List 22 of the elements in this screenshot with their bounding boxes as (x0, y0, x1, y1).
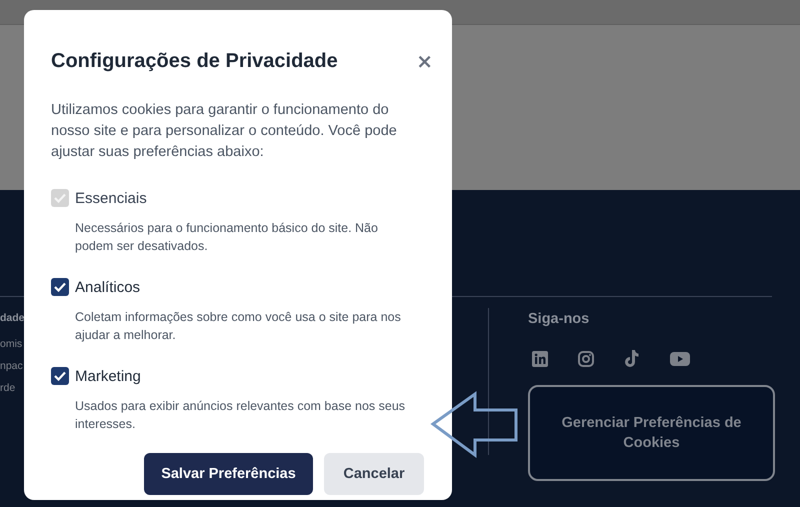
footer-link[interactable]: omis (0, 338, 22, 350)
tiktok-icon[interactable] (624, 350, 640, 368)
footer-link[interactable]: rde (0, 382, 16, 394)
option-description: Usados para exibir anúncios relevantes com base nos seus interesses. (75, 398, 406, 433)
close-button[interactable]: × (416, 40, 433, 82)
checkbox-label[interactable]: Marketing (75, 368, 141, 384)
footer-heading: dade (0, 312, 25, 324)
checkbox-label[interactable]: Analíticos (75, 278, 140, 296)
instagram-icon[interactable] (578, 351, 594, 367)
manage-cookies-button[interactable]: Gerenciar Preferências de Cookies (528, 385, 775, 481)
footer-link[interactable]: npac (0, 360, 23, 372)
footer-heading: Siga-nos (528, 311, 590, 327)
dialog-title: Configurações de Privacidade (51, 50, 338, 72)
option-description: Coletam informações sobre como você usa o site para nos ajudar a melhorar. (75, 309, 402, 344)
checkbox[interactable] (51, 367, 69, 385)
youtube-icon[interactable] (670, 352, 690, 366)
option-description: Necessários para o funcionamento básico do site. Não podem ser desativados. (75, 220, 379, 255)
linkedin-icon[interactable] (532, 351, 548, 367)
cancel-button[interactable]: Cancelar (324, 453, 424, 495)
save-button[interactable]: Salvar Preferências (144, 453, 313, 495)
intro-text: Utilizamos cookies para garantir o funcionamento do nosso site e para personalizar o conteúdo. Você pode ajustar suas preferências abaixo: (51, 101, 398, 162)
checkbox[interactable] (51, 278, 69, 296)
